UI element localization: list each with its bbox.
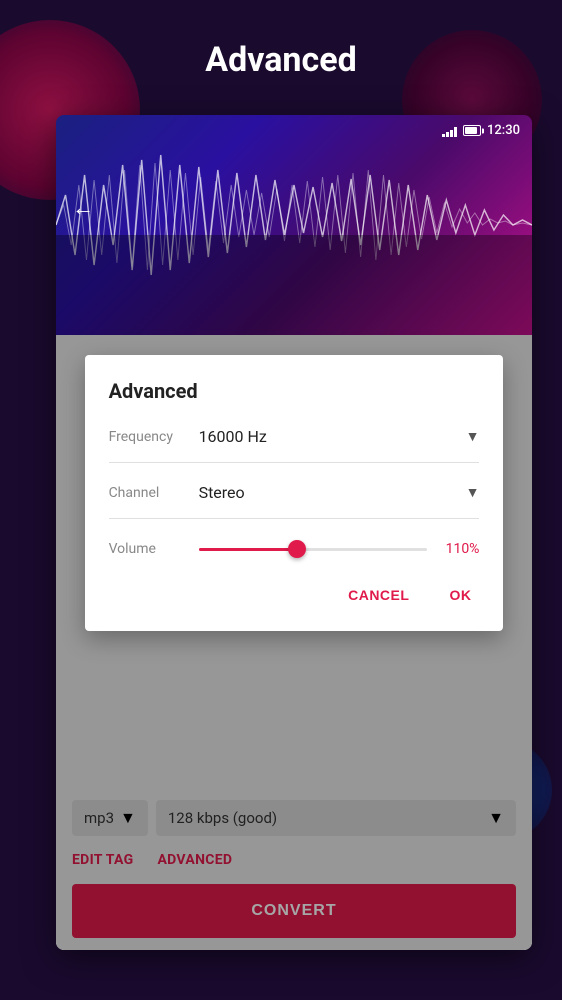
channel-select[interactable]: Stereo ▼ — [199, 483, 480, 502]
advanced-dialog: Advanced Frequency 16000 Hz ▼ Channel St… — [85, 355, 504, 631]
slider-thumb[interactable] — [288, 540, 306, 558]
slider-track — [199, 548, 428, 551]
ok-button[interactable]: OK — [441, 583, 479, 607]
channel-label: Channel — [109, 485, 199, 501]
dialog-overlay: Advanced Frequency 16000 Hz ▼ Channel St… — [56, 235, 532, 950]
cancel-button[interactable]: CANCEL — [340, 583, 417, 607]
frequency-label: Frequency — [109, 429, 199, 445]
volume-slider[interactable] — [199, 539, 428, 559]
frequency-dropdown-icon: ▼ — [466, 428, 480, 445]
dialog-title: Advanced — [109, 379, 480, 403]
channel-value: Stereo — [199, 483, 245, 502]
page-title: Advanced — [0, 40, 562, 80]
frequency-row: Frequency 16000 Hz ▼ — [109, 427, 480, 463]
bottom-content: Advanced Frequency 16000 Hz ▼ Channel St… — [56, 335, 532, 950]
volume-label: Volume — [109, 541, 199, 557]
slider-fill — [199, 548, 302, 551]
app-container: 12:30 ← Advanced Frequency — [56, 115, 532, 950]
frequency-select[interactable]: 16000 Hz ▼ — [199, 427, 480, 446]
dialog-buttons: CANCEL OK — [109, 583, 480, 607]
volume-percent: 110% — [439, 541, 479, 557]
frequency-value: 16000 Hz — [199, 427, 267, 446]
channel-row: Channel Stereo ▼ — [109, 483, 480, 519]
channel-dropdown-icon: ▼ — [466, 484, 480, 501]
volume-row: Volume 110% — [109, 539, 480, 559]
